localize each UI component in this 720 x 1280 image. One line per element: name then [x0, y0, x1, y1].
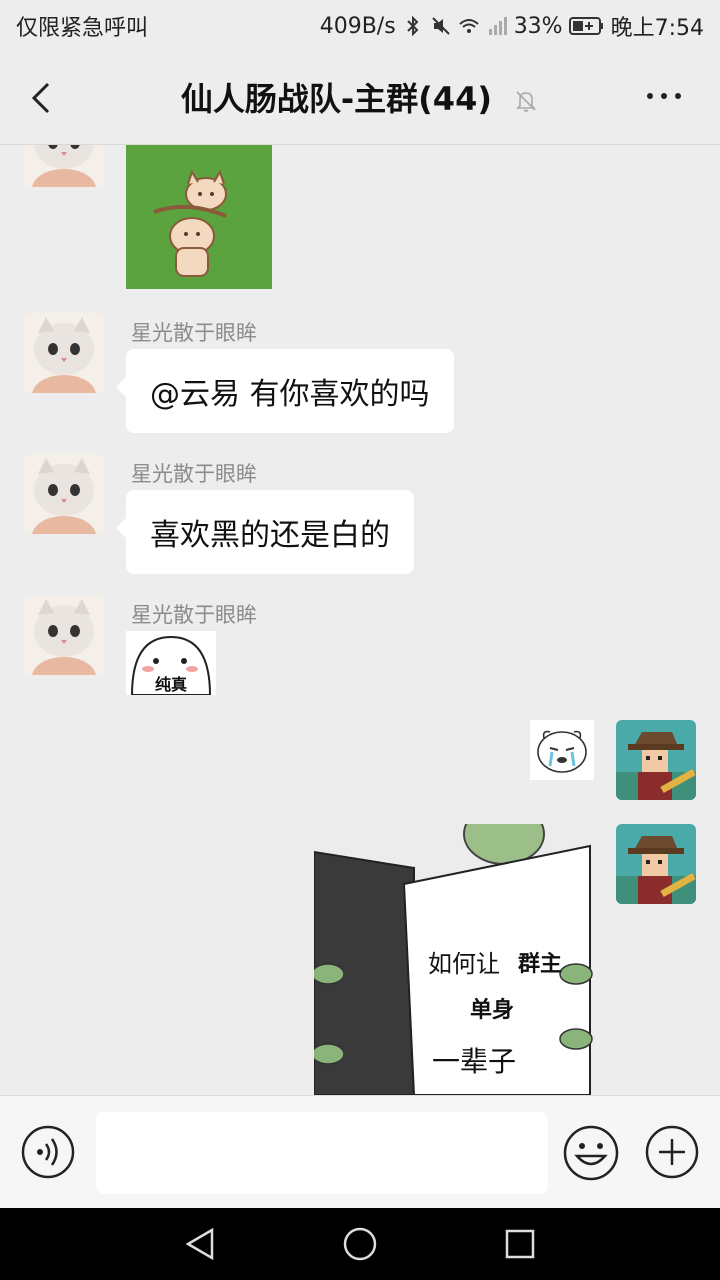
nav-back-icon[interactable] — [182, 1226, 218, 1262]
message-bubble[interactable]: 喜欢黑的还是白的 — [116, 490, 414, 574]
meme-line: 单身 — [470, 998, 515, 1023]
chat-title: 仙人肠战队-主群(44) — [180, 80, 492, 118]
book-meme[interactable]: 如何让 群主 单身 一辈子 — [314, 824, 594, 1095]
avatar[interactable] — [616, 720, 696, 800]
bluetooth-icon — [406, 15, 419, 37]
bell-off-icon — [516, 91, 537, 112]
signal-icon — [488, 17, 507, 35]
message-list[interactable]: 星光散于眼眸 @云易 有你喜欢的吗 星光散于眼眸 喜欢黑的还是白的 星光散于眼眸… — [0, 145, 720, 1095]
emoji-icon[interactable] — [562, 1124, 620, 1182]
avatar[interactable] — [24, 313, 104, 393]
cat-shield-sticker[interactable] — [126, 145, 272, 289]
sticker-caption: 纯真 — [154, 675, 187, 694]
sender-name: 星光散于眼眸 — [131, 462, 257, 486]
avatar[interactable] — [24, 454, 104, 534]
message-bubble[interactable]: @云易 有你喜欢的吗 — [116, 349, 454, 433]
avatar[interactable] — [616, 824, 696, 904]
avatar[interactable] — [24, 595, 104, 675]
system-nav-bar — [0, 1208, 720, 1280]
chat-title-wrap: 仙人肠战队-主群(44) — [0, 74, 720, 120]
voice-icon[interactable] — [20, 1124, 76, 1180]
sender-name: 星光散于眼眸 — [131, 603, 257, 627]
pure-ghost-sticker[interactable]: 纯真 — [126, 631, 216, 695]
message-text: 喜欢黑的还是白的 — [150, 518, 390, 553]
avatar[interactable] — [24, 145, 104, 187]
status-icons: 409B/s 33% 晚上7:54 — [320, 10, 704, 42]
battery-icon — [568, 17, 603, 35]
more-icon[interactable] — [644, 86, 684, 106]
net-speed: 409B/s — [319, 13, 396, 39]
meme-line: 如何让 — [428, 950, 500, 978]
carrier-text: 仅限紧急呼叫 — [16, 16, 149, 41]
plus-icon[interactable] — [644, 1124, 700, 1180]
nav-recents-icon[interactable] — [502, 1226, 538, 1262]
mute-ring-icon — [431, 17, 450, 35]
battery-percent: 33% — [513, 13, 563, 39]
sender-name: 星光散于眼眸 — [131, 321, 257, 345]
message-text: @云易 有你喜欢的吗 — [150, 377, 430, 412]
clock: 晚上7:54 — [610, 16, 704, 41]
crying-bear-sticker[interactable] — [530, 720, 594, 780]
wifi-icon — [459, 19, 479, 33]
meme-line: 一辈子 — [432, 1045, 517, 1078]
message-input[interactable] — [96, 1112, 548, 1194]
input-bar — [0, 1095, 720, 1209]
chat-header: 仙人肠战队-主群(44) — [0, 50, 720, 145]
status-bar: 仅限紧急呼叫 409B/s 33% 晚上7:54 — [0, 0, 720, 50]
nav-home-icon[interactable] — [342, 1226, 378, 1262]
meme-line: 群主 — [518, 952, 563, 977]
